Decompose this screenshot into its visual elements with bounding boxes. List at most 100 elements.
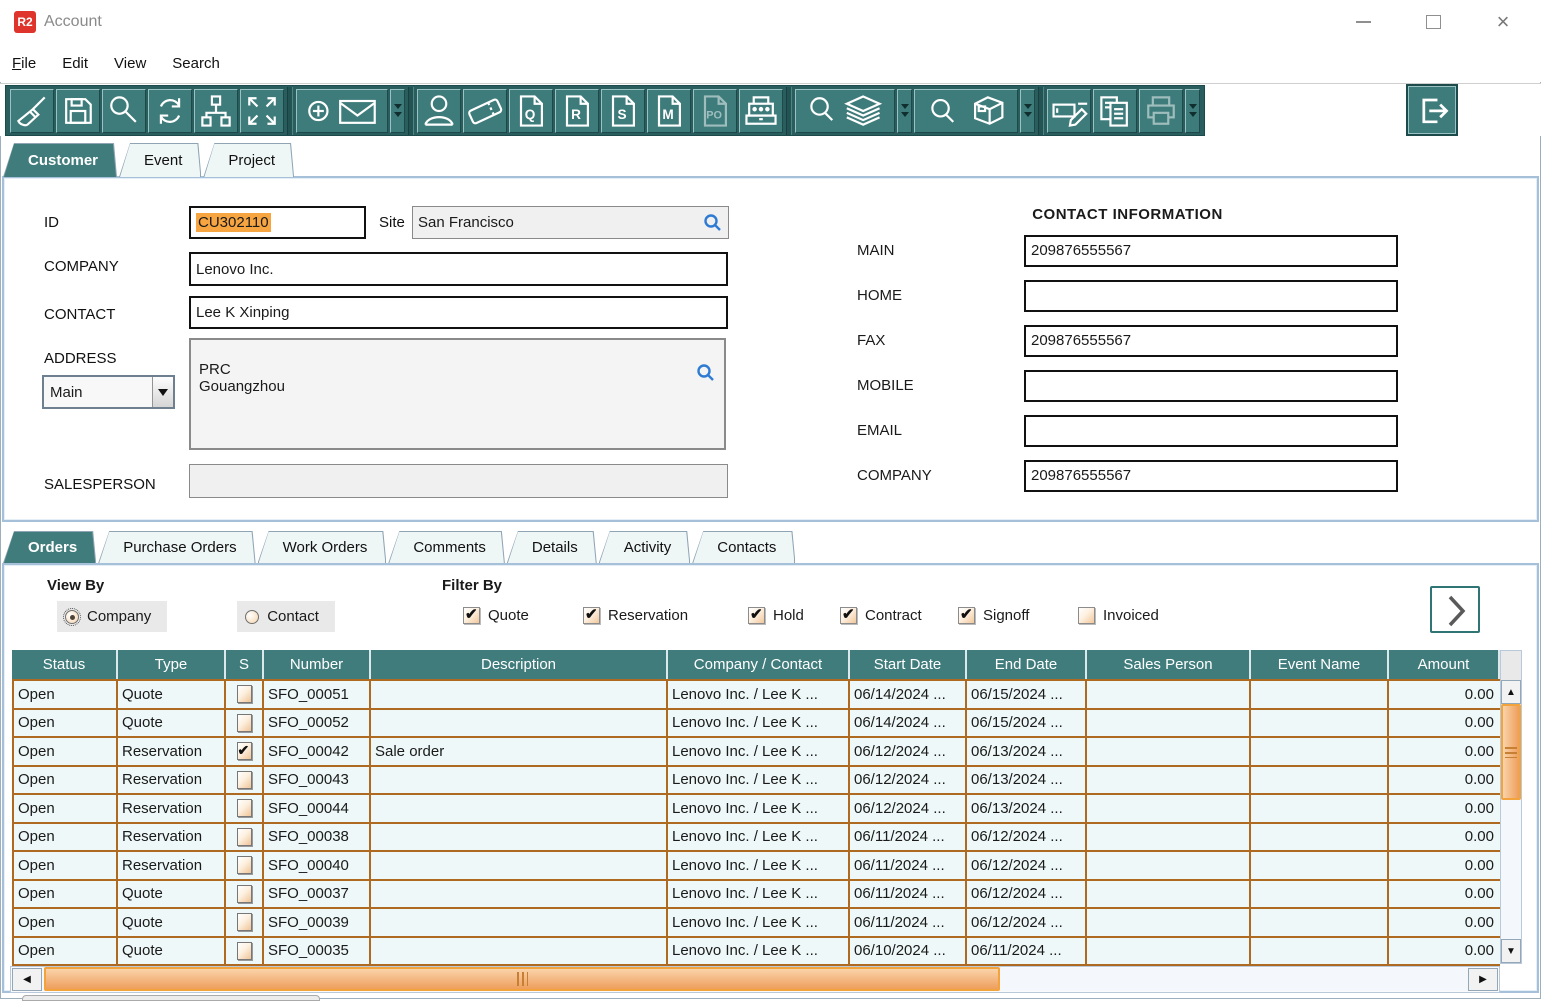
contact-info-field-main[interactable]: 209876555567 xyxy=(1024,235,1398,267)
contact-info-field-fax[interactable]: 209876555567 xyxy=(1024,325,1398,357)
search-stock-button[interactable] xyxy=(795,89,895,133)
table-row[interactable]: OpenQuoteSFO_00052Lenovo Inc. / Lee K ..… xyxy=(14,710,1500,739)
site-field[interactable]: San Francisco xyxy=(412,206,729,239)
contact-info-field-email[interactable] xyxy=(1024,415,1398,447)
exit-button[interactable] xyxy=(1408,86,1456,134)
dropdown-arrow-button[interactable] xyxy=(152,377,173,407)
register-button[interactable] xyxy=(739,89,783,133)
more-options-button[interactable] xyxy=(897,89,912,133)
table-row[interactable]: OpenQuoteSFO_00035Lenovo Inc. / Lee K ..… xyxy=(14,938,1500,967)
salesperson-field[interactable] xyxy=(189,464,728,498)
tab-orders[interactable]: Orders xyxy=(3,531,96,563)
vertical-scrollbar-thumb[interactable] xyxy=(1501,704,1521,800)
quote-document-button[interactable]: Q xyxy=(509,89,553,133)
scroll-down-button[interactable]: ▼ xyxy=(1501,939,1521,963)
column-header-status[interactable]: Status xyxy=(12,650,118,679)
row-checkbox-unchecked[interactable] xyxy=(237,685,252,703)
filter-option-contract[interactable]: Contract xyxy=(840,607,922,624)
tab-work-orders[interactable]: Work Orders xyxy=(258,531,387,563)
menu-view[interactable]: View xyxy=(114,55,146,72)
table-row[interactable]: OpenReservationSFO_00043Lenovo Inc. / Le… xyxy=(14,767,1500,796)
search-button[interactable] xyxy=(102,89,146,133)
column-header-amount[interactable]: Amount xyxy=(1389,650,1500,679)
rename-button[interactable] xyxy=(1047,89,1091,133)
row-checkbox-unchecked[interactable] xyxy=(237,942,252,960)
menu-search[interactable]: Search xyxy=(172,55,220,72)
minimize-button[interactable] xyxy=(1348,8,1378,36)
column-header-number[interactable]: Number xyxy=(264,650,371,679)
table-row[interactable]: OpenReservationSFO_00038Lenovo Inc. / Le… xyxy=(14,824,1500,853)
menu-file[interactable]: File xyxy=(12,55,36,72)
table-row[interactable]: OpenReservationSFO_00042Sale orderLenovo… xyxy=(14,738,1500,767)
row-checkbox-unchecked[interactable] xyxy=(237,714,252,732)
row-checkbox-unchecked[interactable] xyxy=(237,856,252,874)
tab-customer[interactable]: Customer xyxy=(3,143,117,177)
column-header-description[interactable]: Description xyxy=(371,650,668,679)
more-options-button[interactable] xyxy=(1020,89,1035,133)
checkbox-checked-icon[interactable] xyxy=(583,607,600,624)
hierarchy-button[interactable] xyxy=(194,89,238,133)
column-header-s[interactable]: S xyxy=(226,650,264,679)
column-header-sales-person[interactable]: Sales Person xyxy=(1087,650,1251,679)
more-options-button[interactable] xyxy=(390,89,405,133)
contact-field[interactable]: Lee K Xinping xyxy=(189,296,728,329)
reservation-document-button[interactable]: R xyxy=(555,89,599,133)
scroll-left-button[interactable]: ◀ xyxy=(12,968,42,991)
table-row[interactable]: OpenReservationSFO_00040Lenovo Inc. / Le… xyxy=(14,852,1500,881)
filter-option-invoiced[interactable]: Invoiced xyxy=(1078,607,1159,624)
row-checkbox-unchecked[interactable] xyxy=(237,828,252,846)
add-mail-button[interactable] xyxy=(296,89,388,133)
contact-button[interactable] xyxy=(417,89,461,133)
close-button[interactable]: × xyxy=(1488,8,1518,36)
copy-button[interactable] xyxy=(1093,89,1137,133)
column-header-company-contact[interactable]: Company / Contact xyxy=(668,650,850,679)
id-field[interactable]: CU302110 xyxy=(189,206,366,239)
filter-option-hold[interactable]: Hold xyxy=(748,607,804,624)
maximize-button[interactable] xyxy=(1418,8,1448,36)
address-lookup-icon[interactable] xyxy=(696,346,716,366)
column-header-end-date[interactable]: End Date xyxy=(967,650,1087,679)
filter-option-quote[interactable]: Quote xyxy=(463,607,529,624)
menu-edit[interactable]: Edit xyxy=(62,55,88,72)
row-checkbox-unchecked[interactable] xyxy=(237,799,252,817)
refresh-button[interactable] xyxy=(148,89,192,133)
tab-project[interactable]: Project xyxy=(203,143,294,177)
table-row[interactable]: OpenQuoteSFO_00039Lenovo Inc. / Lee K ..… xyxy=(14,909,1500,938)
checkbox-checked-icon[interactable] xyxy=(748,607,765,624)
row-checkbox-unchecked[interactable] xyxy=(237,913,252,931)
filter-option-reservation[interactable]: Reservation xyxy=(583,607,688,624)
clear-button[interactable] xyxy=(10,89,54,133)
ticket-button[interactable] xyxy=(463,89,507,133)
column-header-type[interactable]: Type xyxy=(118,650,226,679)
checkbox-checked-icon[interactable] xyxy=(840,607,857,624)
search-item-button[interactable] xyxy=(914,89,1018,133)
column-header-start-date[interactable]: Start Date xyxy=(850,650,967,679)
scroll-right-button[interactable]: ▶ xyxy=(1468,968,1498,991)
tab-event[interactable]: Event xyxy=(119,143,201,177)
row-checkbox-checked[interactable] xyxy=(237,742,252,760)
checkbox-unchecked-icon[interactable] xyxy=(1078,607,1095,624)
row-checkbox-unchecked[interactable] xyxy=(237,771,252,789)
expand-button[interactable] xyxy=(240,89,284,133)
scroll-up-button[interactable]: ▲ xyxy=(1501,680,1521,704)
address-type-select[interactable]: Main xyxy=(42,375,175,409)
more-options-button[interactable] xyxy=(1185,89,1200,133)
table-row[interactable]: OpenQuoteSFO_00037Lenovo Inc. / Lee K ..… xyxy=(14,881,1500,910)
sale-document-button[interactable]: S xyxy=(601,89,645,133)
horizontal-scrollbar-thumb[interactable] xyxy=(44,967,1000,991)
checkbox-checked-icon[interactable] xyxy=(463,607,480,624)
column-header-event-name[interactable]: Event Name xyxy=(1251,650,1389,679)
next-page-button[interactable] xyxy=(1430,586,1480,633)
contact-info-field-mobile[interactable] xyxy=(1024,370,1398,402)
contact-info-field-home[interactable] xyxy=(1024,280,1398,312)
table-row[interactable]: OpenReservationSFO_00044Lenovo Inc. / Le… xyxy=(14,795,1500,824)
misc-document-button[interactable]: M xyxy=(647,89,691,133)
checkbox-checked-icon[interactable] xyxy=(958,607,975,624)
save-button[interactable] xyxy=(56,89,100,133)
address-field[interactable]: PRC Gouangzhou xyxy=(189,338,726,450)
contact-info-field-company[interactable]: 209876555567 xyxy=(1024,460,1398,492)
site-lookup-icon[interactable] xyxy=(703,213,723,233)
company-field[interactable]: Lenovo Inc. xyxy=(189,252,728,286)
tab-details[interactable]: Details xyxy=(507,531,597,563)
tab-activity[interactable]: Activity xyxy=(599,531,691,563)
